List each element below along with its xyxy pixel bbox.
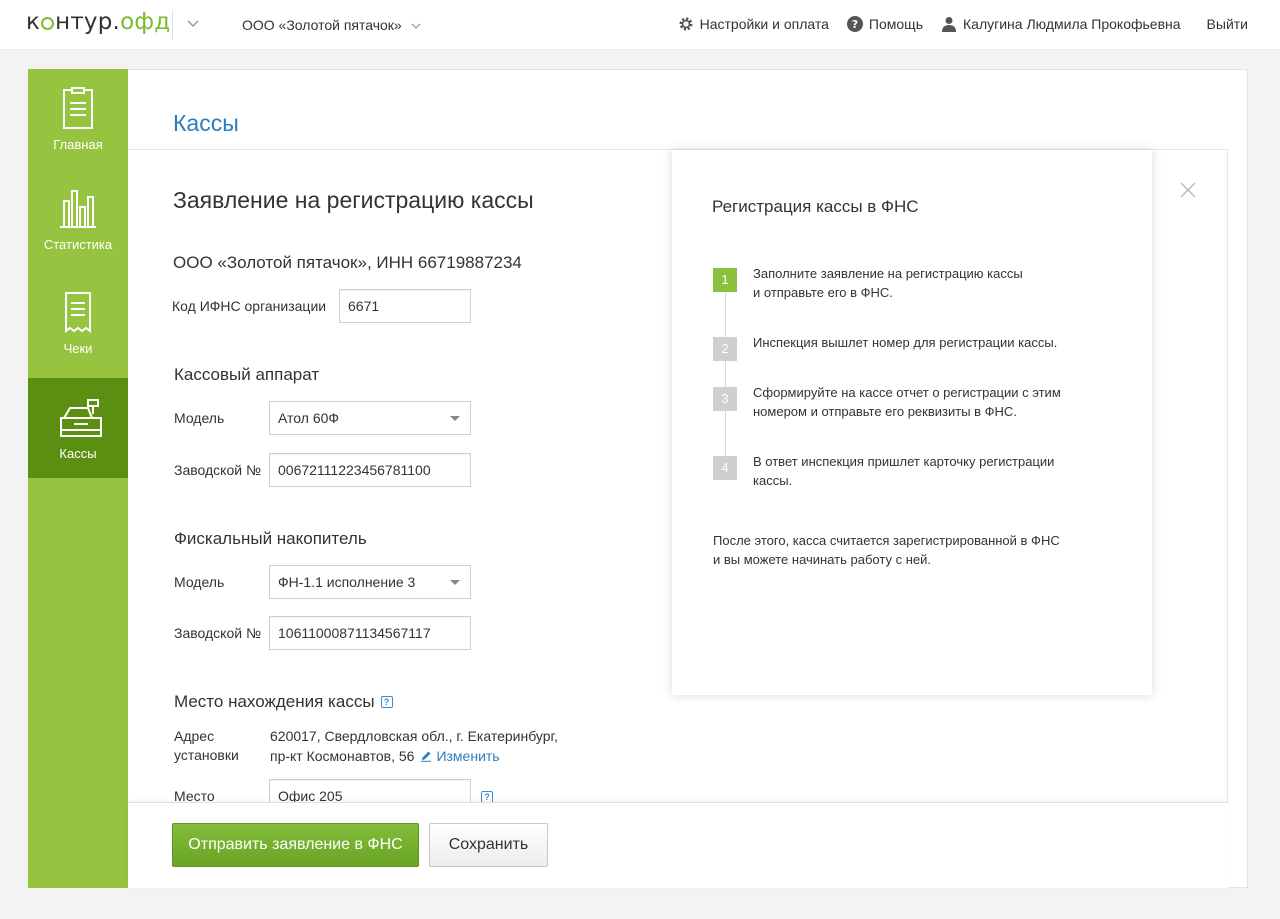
register-serial-label: Заводской № [174,462,261,478]
info-panel-title: Регистрация кассы в ФНС [712,197,919,216]
fn-model-label: Модель [174,574,225,590]
user-icon [941,16,957,32]
location-heading: Место нахождения кассы? [174,692,393,712]
fn-model-value: ФН-1.1 исполнение 3 [278,574,416,590]
step-line: Заполните заявление на регистрацию кассы [753,266,1023,281]
document-icon [58,87,98,131]
question-circle-icon: ? [846,16,863,32]
info-note: После этого, касса считается зарегистрир… [713,531,1093,569]
change-address-link[interactable]: Изменить [436,748,499,764]
sidebar-item-label: Статистика [43,237,113,252]
cash-register-heading: Кассовый аппарат [174,365,320,384]
svg-text:?: ? [852,18,858,31]
ifns-code-label: Код ИФНС организации [172,298,327,314]
dropdown-arrow-icon [450,580,460,585]
receipt-icon [58,291,98,335]
register-serial-input[interactable]: 00672111223456781100 [269,453,471,487]
header-divider [172,10,173,40]
logo-text-part: нтур. [55,9,121,35]
chart-icon [58,187,98,231]
fns-registration-info-panel: Регистрация кассы в ФНС 1 Заполните заяв… [672,150,1152,695]
register-model-value: Атол 60Ф [278,410,340,426]
help-icon[interactable]: ? [380,696,393,708]
pencil-icon[interactable] [420,747,432,762]
install-address: 620017, Свердловская обл., г. Екатеринбу… [270,726,558,766]
logo-ofd-text: офд [120,9,171,35]
step-line: кассы. [753,473,793,488]
note-line: и вы можете начинать работу с ней. [713,552,931,567]
cash-register-icon [58,396,102,440]
help-link[interactable]: ? Помощь [846,16,923,32]
save-button[interactable]: Сохранить [429,823,548,867]
content-border [1227,149,1228,889]
step-text: В ответ инспекция пришлет карточку регис… [753,452,1093,490]
address-line-1: 620017, Свердловская обл., г. Екатеринбу… [270,728,558,744]
step-number: 4 [713,456,737,480]
page-title: Кассы [173,110,239,136]
fn-serial-input[interactable]: 10611000871134567117 [269,616,471,650]
step-line: и отправьте его в ФНС. [753,285,893,300]
step-number: 1 [713,268,737,292]
step-text: Заполните заявление на регистрацию кассы… [753,264,1093,302]
fn-model-select[interactable]: ФН-1.1 исполнение 3 [269,565,471,599]
note-line: После этого, касса считается зарегистрир… [713,533,1060,548]
register-model-label: Модель [174,410,225,426]
sidebar-item-label: Чеки [63,341,93,356]
step-line: В ответ инспекция пришлет карточку регис… [753,454,1055,469]
logo-text-part: к [26,9,41,35]
settings-label: Настройки и оплата [699,16,829,32]
address-label-line: Адрес [174,728,215,744]
sidebar-item-registers[interactable]: Кассы [28,378,128,478]
gear-icon [678,16,694,32]
sidebar-item-home[interactable]: Главная [28,69,128,169]
settings-link[interactable]: Настройки и оплата [678,16,829,32]
step-text: Сформируйте на кассе отчет о регистрации… [753,383,1093,421]
logo-ring-icon [41,17,55,30]
organization-inn: ООО «Золотой пятачок», ИНН 66719887234 [173,253,522,272]
address-line-2: пр-кт Космонавтов, 56 [270,748,415,764]
organization-selector[interactable]: ООО «Золотой пятачок» [242,17,421,33]
user-profile-link[interactable]: Калугина Людмила Прокофьевна [941,16,1181,32]
submit-to-fns-button[interactable]: Отправить заявление в ФНС [172,823,419,867]
steps-connector [725,278,726,468]
sidebar-item-label: Главная [53,137,103,152]
header-actions: Настройки и оплата ? Помощь Калугина Люд… [660,16,1248,32]
top-bar: к нтур.офд ООО «Золотой пятачок» Настройк… [0,0,1280,50]
sidebar-item-receipts[interactable]: Чеки [28,273,128,373]
address-label-line: установки [174,747,239,763]
dropdown-arrow-icon [450,416,460,421]
fiscal-storage-heading: Фискальный накопитель [174,529,367,548]
step-line: Инспекция вышлет номер для регистрации к… [753,335,1058,350]
caret-down-icon [408,22,421,33]
address-label: Адрес установки [174,727,239,765]
organization-name: ООО «Золотой пятачок» [242,17,402,33]
logout-label: Выйти [1206,16,1248,32]
sidebar: Главная Статистика Чеки Кассы [28,69,128,888]
sidebar-item-label: Кассы [59,446,97,461]
logout-link[interactable]: Выйти [1207,16,1248,32]
kontur-ofd-logo[interactable]: к нтур.офд [26,9,170,35]
step-line: Сформируйте на кассе отчет о регистрации… [753,385,1061,400]
sidebar-item-statistics[interactable]: Статистика [28,169,128,269]
step-number: 3 [713,387,737,411]
step-number: 2 [713,337,737,361]
step-text: Инспекция вышлет номер для регистрации к… [753,333,1093,352]
fn-serial-label: Заводской № [174,625,261,641]
close-icon[interactable] [1179,181,1197,199]
location-heading-text: Место нахождения кассы [174,692,375,711]
chevron-down-icon[interactable] [183,14,203,34]
form-title: Заявление на регистрацию кассы [173,187,534,213]
help-label: Помощь [868,16,923,32]
user-name: Калугина Людмила Прокофьевна [963,16,1181,32]
step-line: номером и отправьте его реквизиты в ФНС. [753,404,1017,419]
register-model-select[interactable]: Атол 60Ф [269,401,471,435]
ifns-code-input[interactable]: 6671 [339,289,471,323]
